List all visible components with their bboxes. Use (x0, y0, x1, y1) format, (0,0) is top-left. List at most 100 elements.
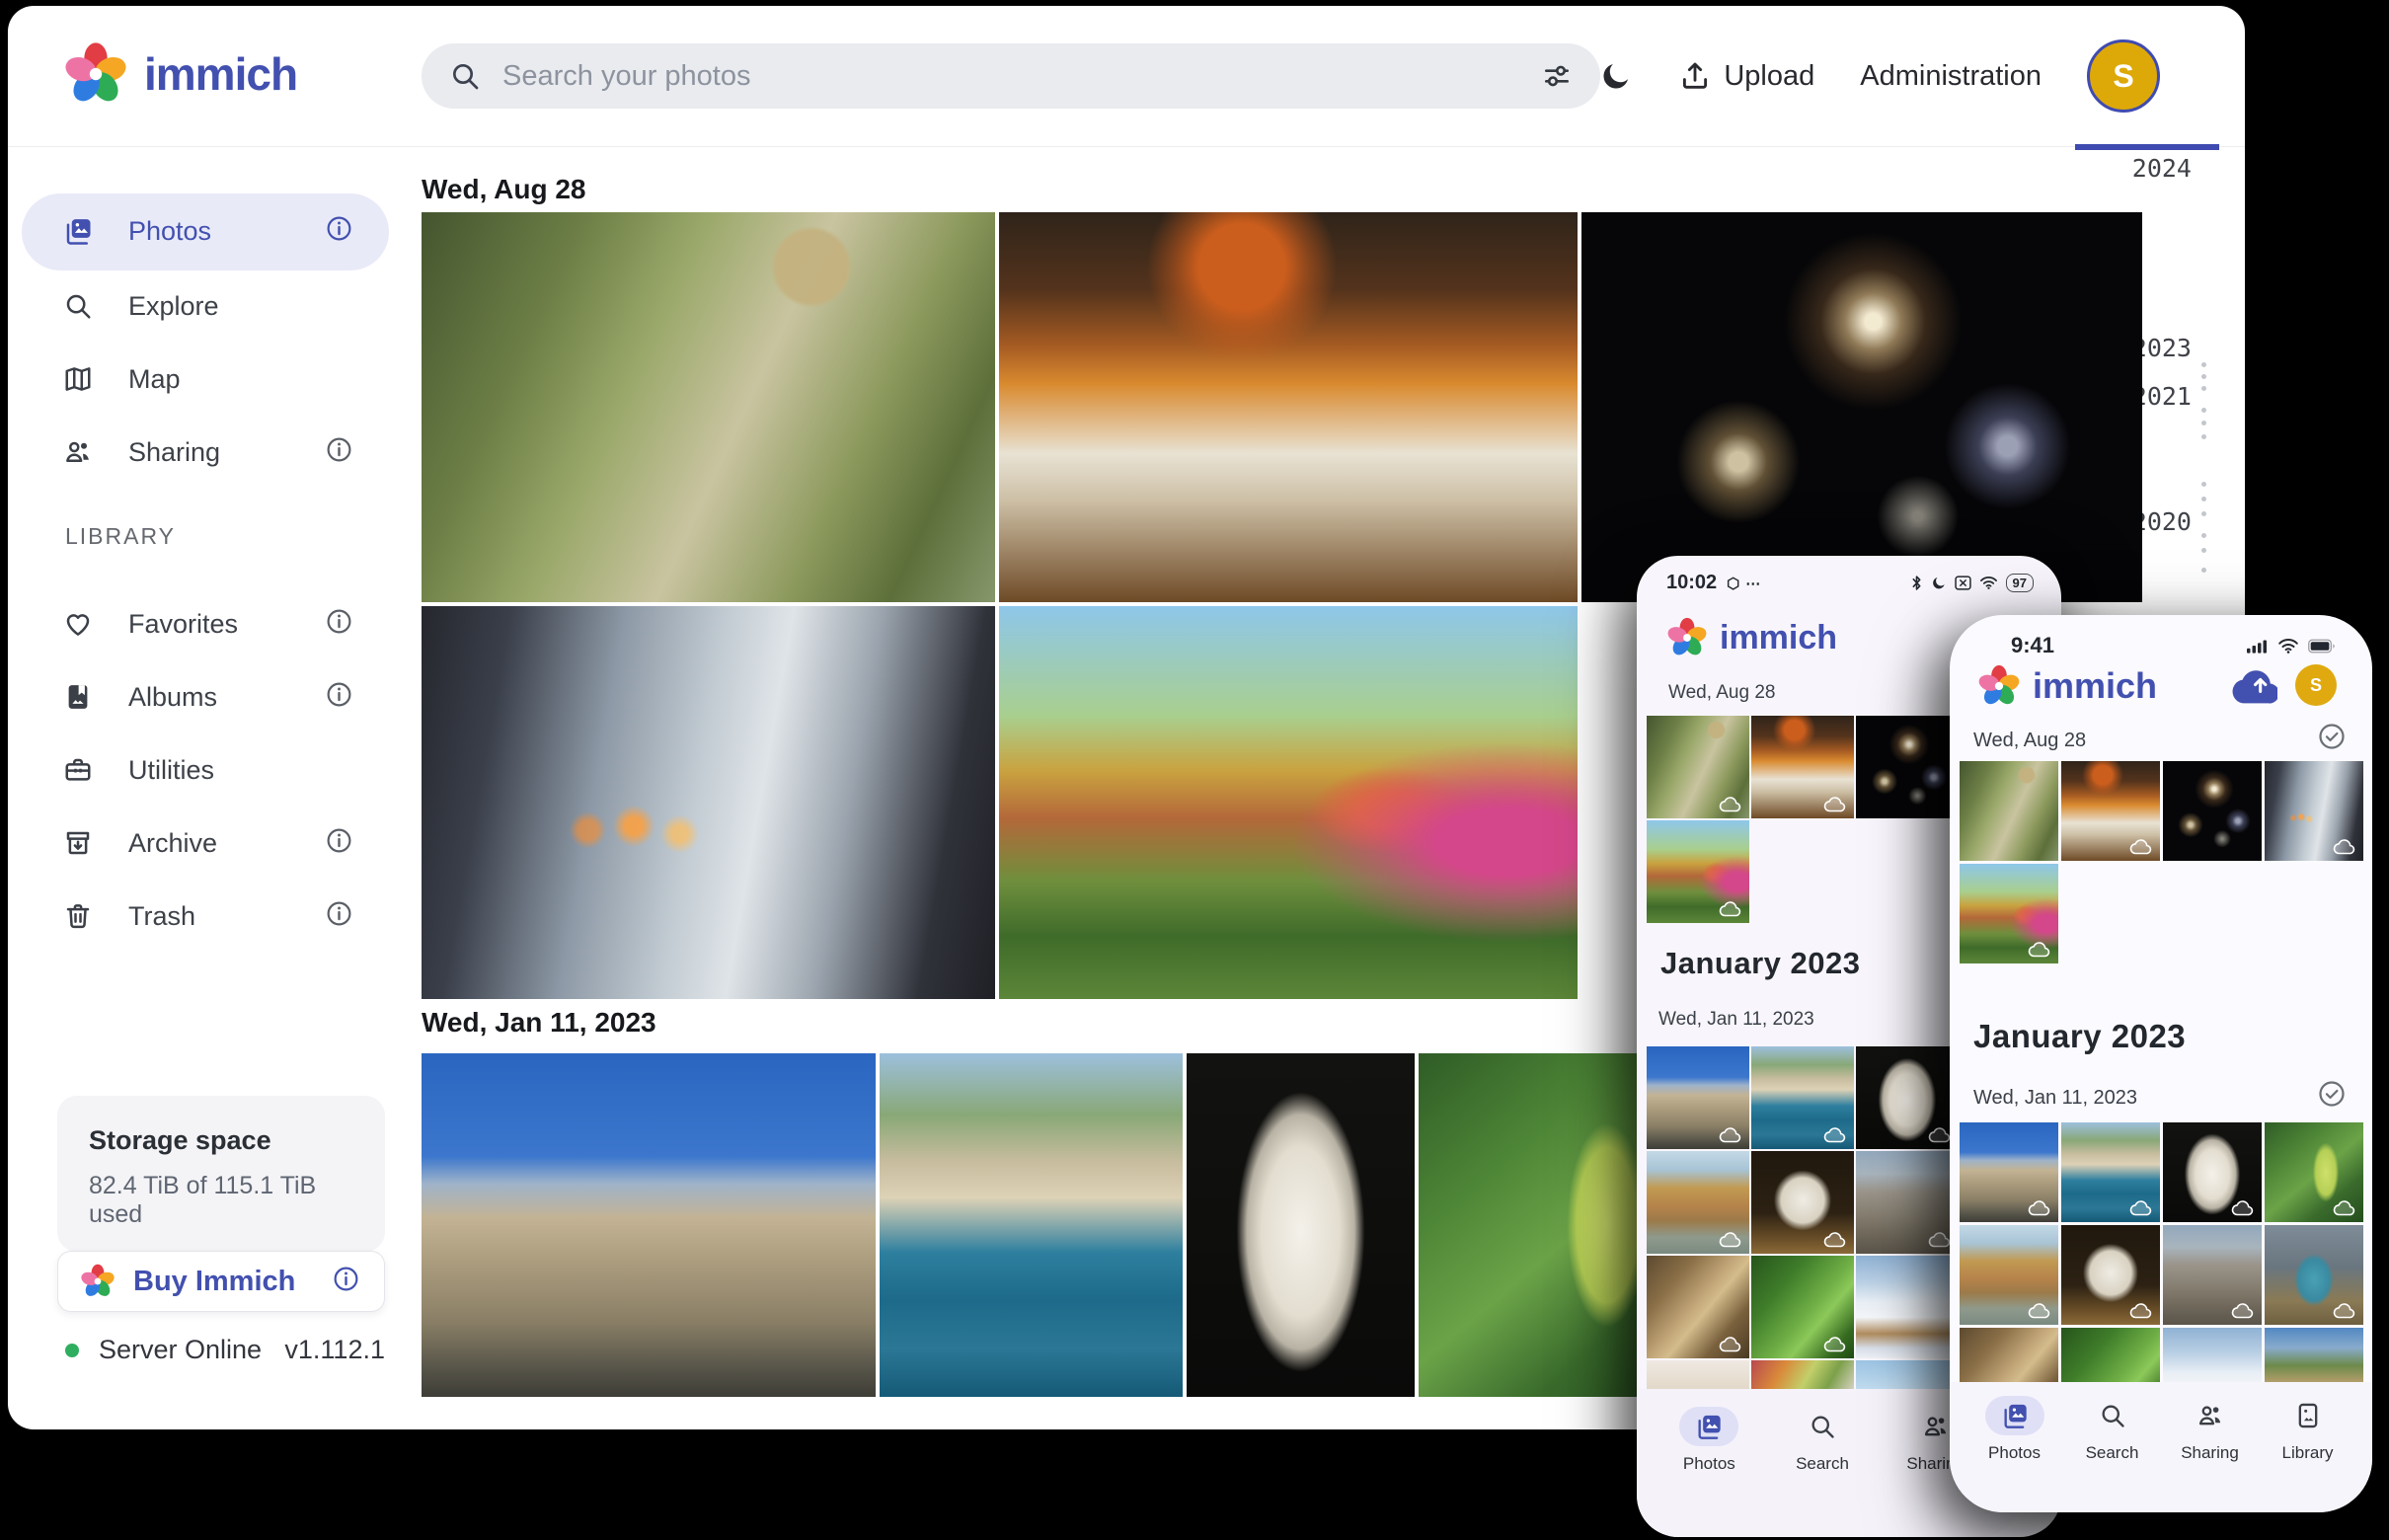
photo-autumn-dinner-table[interactable] (999, 212, 1578, 602)
timeline-tick (2201, 511, 2206, 516)
cloud-sync-badge-icon (2028, 1200, 2051, 1216)
select-all-check-icon[interactable] (2317, 722, 2347, 751)
thumb-fireworks-night[interactable] (2163, 761, 2262, 861)
wifi-icon (1979, 575, 1998, 591)
info-icon[interactable] (325, 826, 353, 860)
info-icon[interactable] (325, 214, 353, 248)
sidebar-item-map[interactable]: Map (8, 347, 399, 411)
library-icon (2294, 1402, 2322, 1429)
cloud-sync-badge-icon (1823, 1337, 1847, 1352)
search-input[interactable] (502, 60, 1519, 93)
thumb-sky-partial[interactable] (1856, 1360, 1959, 1390)
thumb-textile-partial[interactable] (1751, 1360, 1854, 1390)
nav-item-sharing[interactable]: Sharing (2161, 1396, 2259, 1512)
thumb-cupcake-stand[interactable] (2265, 1225, 2363, 1325)
thumb-white-rock-sculpture[interactable] (1751, 1151, 1854, 1254)
sidebar-item-explore[interactable]: Explore (8, 274, 399, 338)
thumb-autumn-park-path[interactable] (1960, 864, 2058, 963)
upload-button[interactable]: Upload (1678, 59, 1814, 93)
search-bar[interactable] (422, 43, 1600, 109)
toolbox-icon (63, 755, 93, 785)
search-filter-icon[interactable] (1541, 60, 1573, 92)
timeline-tick (2201, 548, 2206, 553)
timeline-tick (2201, 533, 2206, 538)
thumb-coastal-fort-sea[interactable] (2061, 1122, 2160, 1222)
thumb-marble-bust[interactable] (1856, 1046, 1959, 1149)
thumb-white-rock-sculpture[interactable] (2061, 1225, 2160, 1325)
thumb-lizard-on-leaves[interactable] (1647, 1256, 1749, 1358)
timeline-tick (2201, 568, 2206, 573)
thumb-castle-ruins[interactable] (2163, 1225, 2262, 1325)
cloud-sync-badge-icon (1719, 1127, 1742, 1143)
cloud-sync-badge-icon (1928, 1127, 1952, 1143)
info-icon[interactable] (325, 899, 353, 933)
photo-autumn-park-path[interactable] (999, 606, 1578, 999)
thumb-beach-cliff[interactable] (1960, 1225, 2058, 1325)
sidebar-item-archive[interactable]: Archive (8, 811, 399, 875)
library-section-header: LIBRARY (65, 523, 176, 550)
nav-item-library[interactable]: Library (2259, 1396, 2356, 1512)
upload-label: Upload (1724, 60, 1814, 93)
backup-cloud-icon[interactable] (2230, 670, 2277, 706)
photo-coastal-fort-sea[interactable] (880, 1053, 1183, 1397)
app-logo: immich (1977, 664, 2157, 708)
photo-marble-bust[interactable] (1187, 1053, 1415, 1397)
date-header-aug28: Wed, Aug 28 (1668, 682, 1775, 704)
thumb-beach-cliff[interactable] (1647, 1151, 1749, 1254)
storage-title: Storage space (89, 1125, 353, 1156)
info-icon[interactable] (325, 435, 353, 469)
sidebar-item-sharing[interactable]: Sharing (8, 421, 399, 484)
thumb-sea-grapes-plant[interactable] (2265, 1122, 2363, 1222)
thumb-coastal-fort-sea[interactable] (1751, 1046, 1854, 1149)
immich-logo-icon (1977, 664, 2021, 708)
map-icon (63, 364, 93, 394)
sharing-people-icon (1922, 1413, 1950, 1440)
buy-immich-button[interactable]: Buy Immich (57, 1251, 385, 1312)
thumb-fortress-walls-cars[interactable] (1960, 1122, 2058, 1222)
cloud-sync-badge-icon (2028, 942, 2051, 958)
photo-fireworks-night[interactable] (1581, 212, 2142, 602)
thumb-monkeys-at-zoo[interactable] (1647, 716, 1749, 818)
info-icon[interactable] (325, 607, 353, 641)
thumb-autumn-dinner-table[interactable] (1751, 716, 1854, 818)
photo-holding-hands-dusk[interactable] (422, 606, 995, 999)
thumb-partial[interactable] (1647, 1360, 1749, 1390)
thumb-holding-hands-dusk[interactable] (2265, 761, 2363, 861)
nav-item-search[interactable]: Search (2063, 1396, 2161, 1512)
sidebar-item-favorites[interactable]: Favorites (8, 592, 399, 655)
thumb-autumn-dinner-table[interactable] (2061, 761, 2160, 861)
sidebar-item-utilities[interactable]: Utilities (8, 738, 399, 802)
photo-monkeys-at-zoo[interactable] (422, 212, 995, 602)
thumb-autumn-park-path[interactable] (1647, 820, 1749, 923)
nav-label: Library (2282, 1443, 2334, 1463)
sidebar-item-photos[interactable]: Photos (8, 199, 399, 263)
nav-item-photos[interactable]: Photos (1653, 1407, 1766, 1537)
sidebar-item-label: Sharing (128, 437, 220, 468)
sidebar-item-trash[interactable]: Trash (8, 885, 399, 948)
thumb-monkeys-at-zoo[interactable] (1960, 761, 2058, 861)
user-avatar[interactable]: S (2295, 664, 2337, 706)
photo-fortress-walls-cars[interactable] (422, 1053, 876, 1397)
search-icon (449, 60, 481, 92)
bottom-nav-bar: Photos Search Sharing Library (1950, 1382, 2372, 1512)
select-day-check-icon[interactable] (2317, 1079, 2347, 1109)
timeline-tick (2201, 408, 2206, 413)
administration-link[interactable]: Administration (1860, 60, 2042, 93)
info-icon[interactable] (332, 1265, 360, 1298)
info-icon[interactable] (325, 680, 353, 714)
nav-item-search[interactable]: Search (1766, 1407, 1880, 1537)
thumb-fireworks-night[interactable] (1856, 716, 1959, 818)
theme-toggle-button[interactable] (1599, 59, 1633, 93)
thumb-marble-bust[interactable] (2163, 1122, 2262, 1222)
user-avatar[interactable]: S (2087, 39, 2160, 113)
thumb-castle-ruins[interactable] (1856, 1151, 1959, 1254)
thumb-lizard-on-moss[interactable] (1751, 1256, 1854, 1358)
sidebar-item-albums[interactable]: Albums (8, 665, 399, 729)
timeline-tick (2201, 482, 2206, 487)
thumb-snowy-village[interactable] (1856, 1256, 1959, 1358)
app-logo[interactable]: immich (63, 41, 297, 107)
timeline-year-2024[interactable]: 2024 (2073, 154, 2192, 183)
thumb-fortress-walls-cars[interactable] (1647, 1046, 1749, 1149)
timeline-scrubber-bar[interactable] (2075, 144, 2219, 150)
nav-item-photos[interactable]: Photos (1965, 1396, 2063, 1512)
